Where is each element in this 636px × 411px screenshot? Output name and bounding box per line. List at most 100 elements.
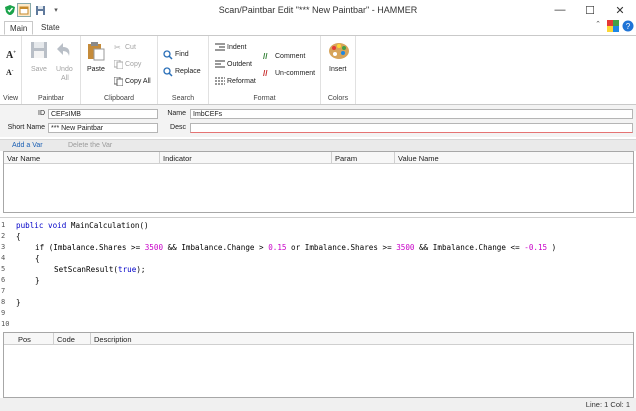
colors-group: Insert Colors (321, 36, 356, 104)
col-separator (394, 152, 395, 164)
save-button[interactable]: Save (31, 66, 47, 73)
code-editor[interactable]: 1 2 3 4 5 6 7 8 9 10 public void MainCal… (0, 217, 636, 331)
cursor-position: Line: 1 Col: 1 (585, 400, 630, 409)
font-increase-icon[interactable]: A+ (6, 50, 16, 61)
colors-group-label: Colors (327, 95, 349, 102)
code-text: ); (136, 265, 146, 274)
code-text: or Imbalance.Shares >= (286, 243, 397, 252)
status-bar: Line: 1 Col: 1 (0, 398, 636, 411)
insert-color-button[interactable]: Insert (329, 66, 347, 73)
reformat-button[interactable]: Reformat (227, 78, 256, 85)
tab-state[interactable]: State (36, 21, 65, 35)
cut-icon: ✂ (114, 43, 121, 52)
col-code[interactable]: Code (57, 335, 75, 344)
format-group: Indent Outdent Reformat // Comment // Un… (209, 36, 321, 104)
col-separator (90, 333, 91, 345)
clipboard-group: Paste ✂ Cut Copy Copy All Clipboard (81, 36, 158, 104)
delete-var-button[interactable]: Delete the Var (62, 141, 118, 151)
properties-panel: ID CEFsIMB Name ImbCEFs Short Name *** N… (0, 105, 636, 137)
line-number: 2 (1, 232, 6, 240)
line-number: 9 (1, 309, 6, 317)
line-number: 5 (1, 265, 6, 273)
paintbar-group: Save Undo All Paintbar (22, 36, 81, 104)
font-decrease-icon[interactable]: A- (6, 68, 13, 77)
copy-all-icon (113, 76, 124, 88)
undo-all-button[interactable]: Undo (56, 66, 73, 73)
undo-all-button-line2: All (61, 75, 69, 82)
search-group-label: Search (171, 95, 195, 102)
outdent-icon (215, 60, 225, 71)
copy-icon (113, 59, 124, 71)
paste-button[interactable]: Paste (87, 66, 105, 73)
collapse-ribbon-icon[interactable]: ⌃ (592, 20, 604, 32)
add-var-button[interactable]: Add a Var (6, 141, 49, 151)
line-number: 1 (1, 221, 6, 229)
col-value-name[interactable]: Value Name (398, 154, 439, 163)
tab-main[interactable]: Main (4, 21, 34, 35)
indent-icon (215, 43, 225, 54)
number-literal: 3500 (396, 243, 415, 252)
undo-icon[interactable] (55, 41, 73, 61)
save-icon[interactable] (30, 41, 48, 61)
window-title: Scan/Paintbar Edit "*** New Paintbar" - … (218, 5, 418, 15)
line-number: 3 (1, 243, 6, 251)
color-grid-icon[interactable] (607, 20, 619, 32)
ribbon-tabs: Main State (0, 20, 636, 35)
line-number: 10 (1, 320, 10, 328)
code-text: && Imbalance.Change <= (414, 243, 525, 252)
short-name-field[interactable]: *** New Paintbar (48, 123, 158, 133)
col-description[interactable]: Description (94, 335, 132, 344)
desc-field[interactable] (190, 123, 633, 133)
svg-text:?: ? (626, 22, 631, 31)
comment-icon: // (263, 52, 268, 61)
replace-icon (163, 67, 173, 79)
col-param[interactable]: Param (335, 154, 357, 163)
code-line-call: SetScanResult(true); (54, 265, 145, 274)
minimize-button[interactable]: — (545, 0, 575, 20)
find-icon (163, 50, 173, 62)
paste-icon[interactable] (87, 41, 105, 63)
cut-button[interactable]: Cut (125, 44, 136, 51)
col-var-name[interactable]: Var Name (7, 154, 40, 163)
id-field[interactable]: CEFsIMB (48, 109, 158, 119)
name-label: Name (167, 110, 186, 117)
col-indicator[interactable]: Indicator (163, 154, 192, 163)
clipboard-group-label: Clipboard (104, 95, 134, 102)
indent-button[interactable]: Indent (227, 44, 246, 51)
short-name-label: Short Name (7, 124, 45, 131)
keyword: true (118, 265, 137, 274)
maximize-button[interactable]: ☐ (575, 0, 605, 20)
uncomment-button[interactable]: Un-comment (275, 70, 315, 77)
code-text: SetScanResult( (54, 265, 119, 274)
line-number-gutter: 1 2 3 4 5 6 7 8 9 10 (0, 218, 12, 331)
find-button[interactable]: Find (175, 51, 189, 58)
var-grid: Var Name Indicator Param Value Name (3, 151, 634, 213)
var-toolbar: Add a Var Delete the Var (0, 139, 636, 151)
id-label: ID (38, 110, 45, 117)
comment-button[interactable]: Comment (275, 53, 305, 60)
code-line: public void MainCalculation() (16, 221, 149, 230)
code-text: if (Imbalance.Shares >= (35, 243, 145, 252)
palette-icon[interactable] (328, 41, 350, 63)
line-number: 4 (1, 254, 6, 262)
code-line: } (35, 276, 40, 285)
code-text: && Imbalance.Change > (163, 243, 269, 252)
replace-button[interactable]: Replace (175, 68, 201, 75)
name-field[interactable]: ImbCEFs (190, 109, 633, 119)
close-button[interactable]: ✕ (605, 0, 635, 20)
error-list-header: Pos Code Description (4, 333, 633, 345)
code-line: } (16, 298, 21, 307)
copy-button[interactable]: Copy (125, 61, 141, 68)
code-line: { (16, 232, 21, 241)
col-pos[interactable]: Pos (18, 335, 31, 344)
copy-all-button[interactable]: Copy All (125, 78, 151, 85)
reformat-icon (215, 77, 225, 88)
keyword: public (16, 221, 44, 230)
outdent-button[interactable]: Outdent (227, 61, 252, 68)
col-separator (159, 152, 160, 164)
help-icon[interactable]: ? (622, 20, 634, 32)
view-group-label: View (2, 95, 19, 102)
var-grid-header: Var Name Indicator Param Value Name (4, 152, 633, 164)
col-separator (331, 152, 332, 164)
ribbon: A+ A- View Save Undo All Paintbar Paste … (0, 35, 636, 105)
